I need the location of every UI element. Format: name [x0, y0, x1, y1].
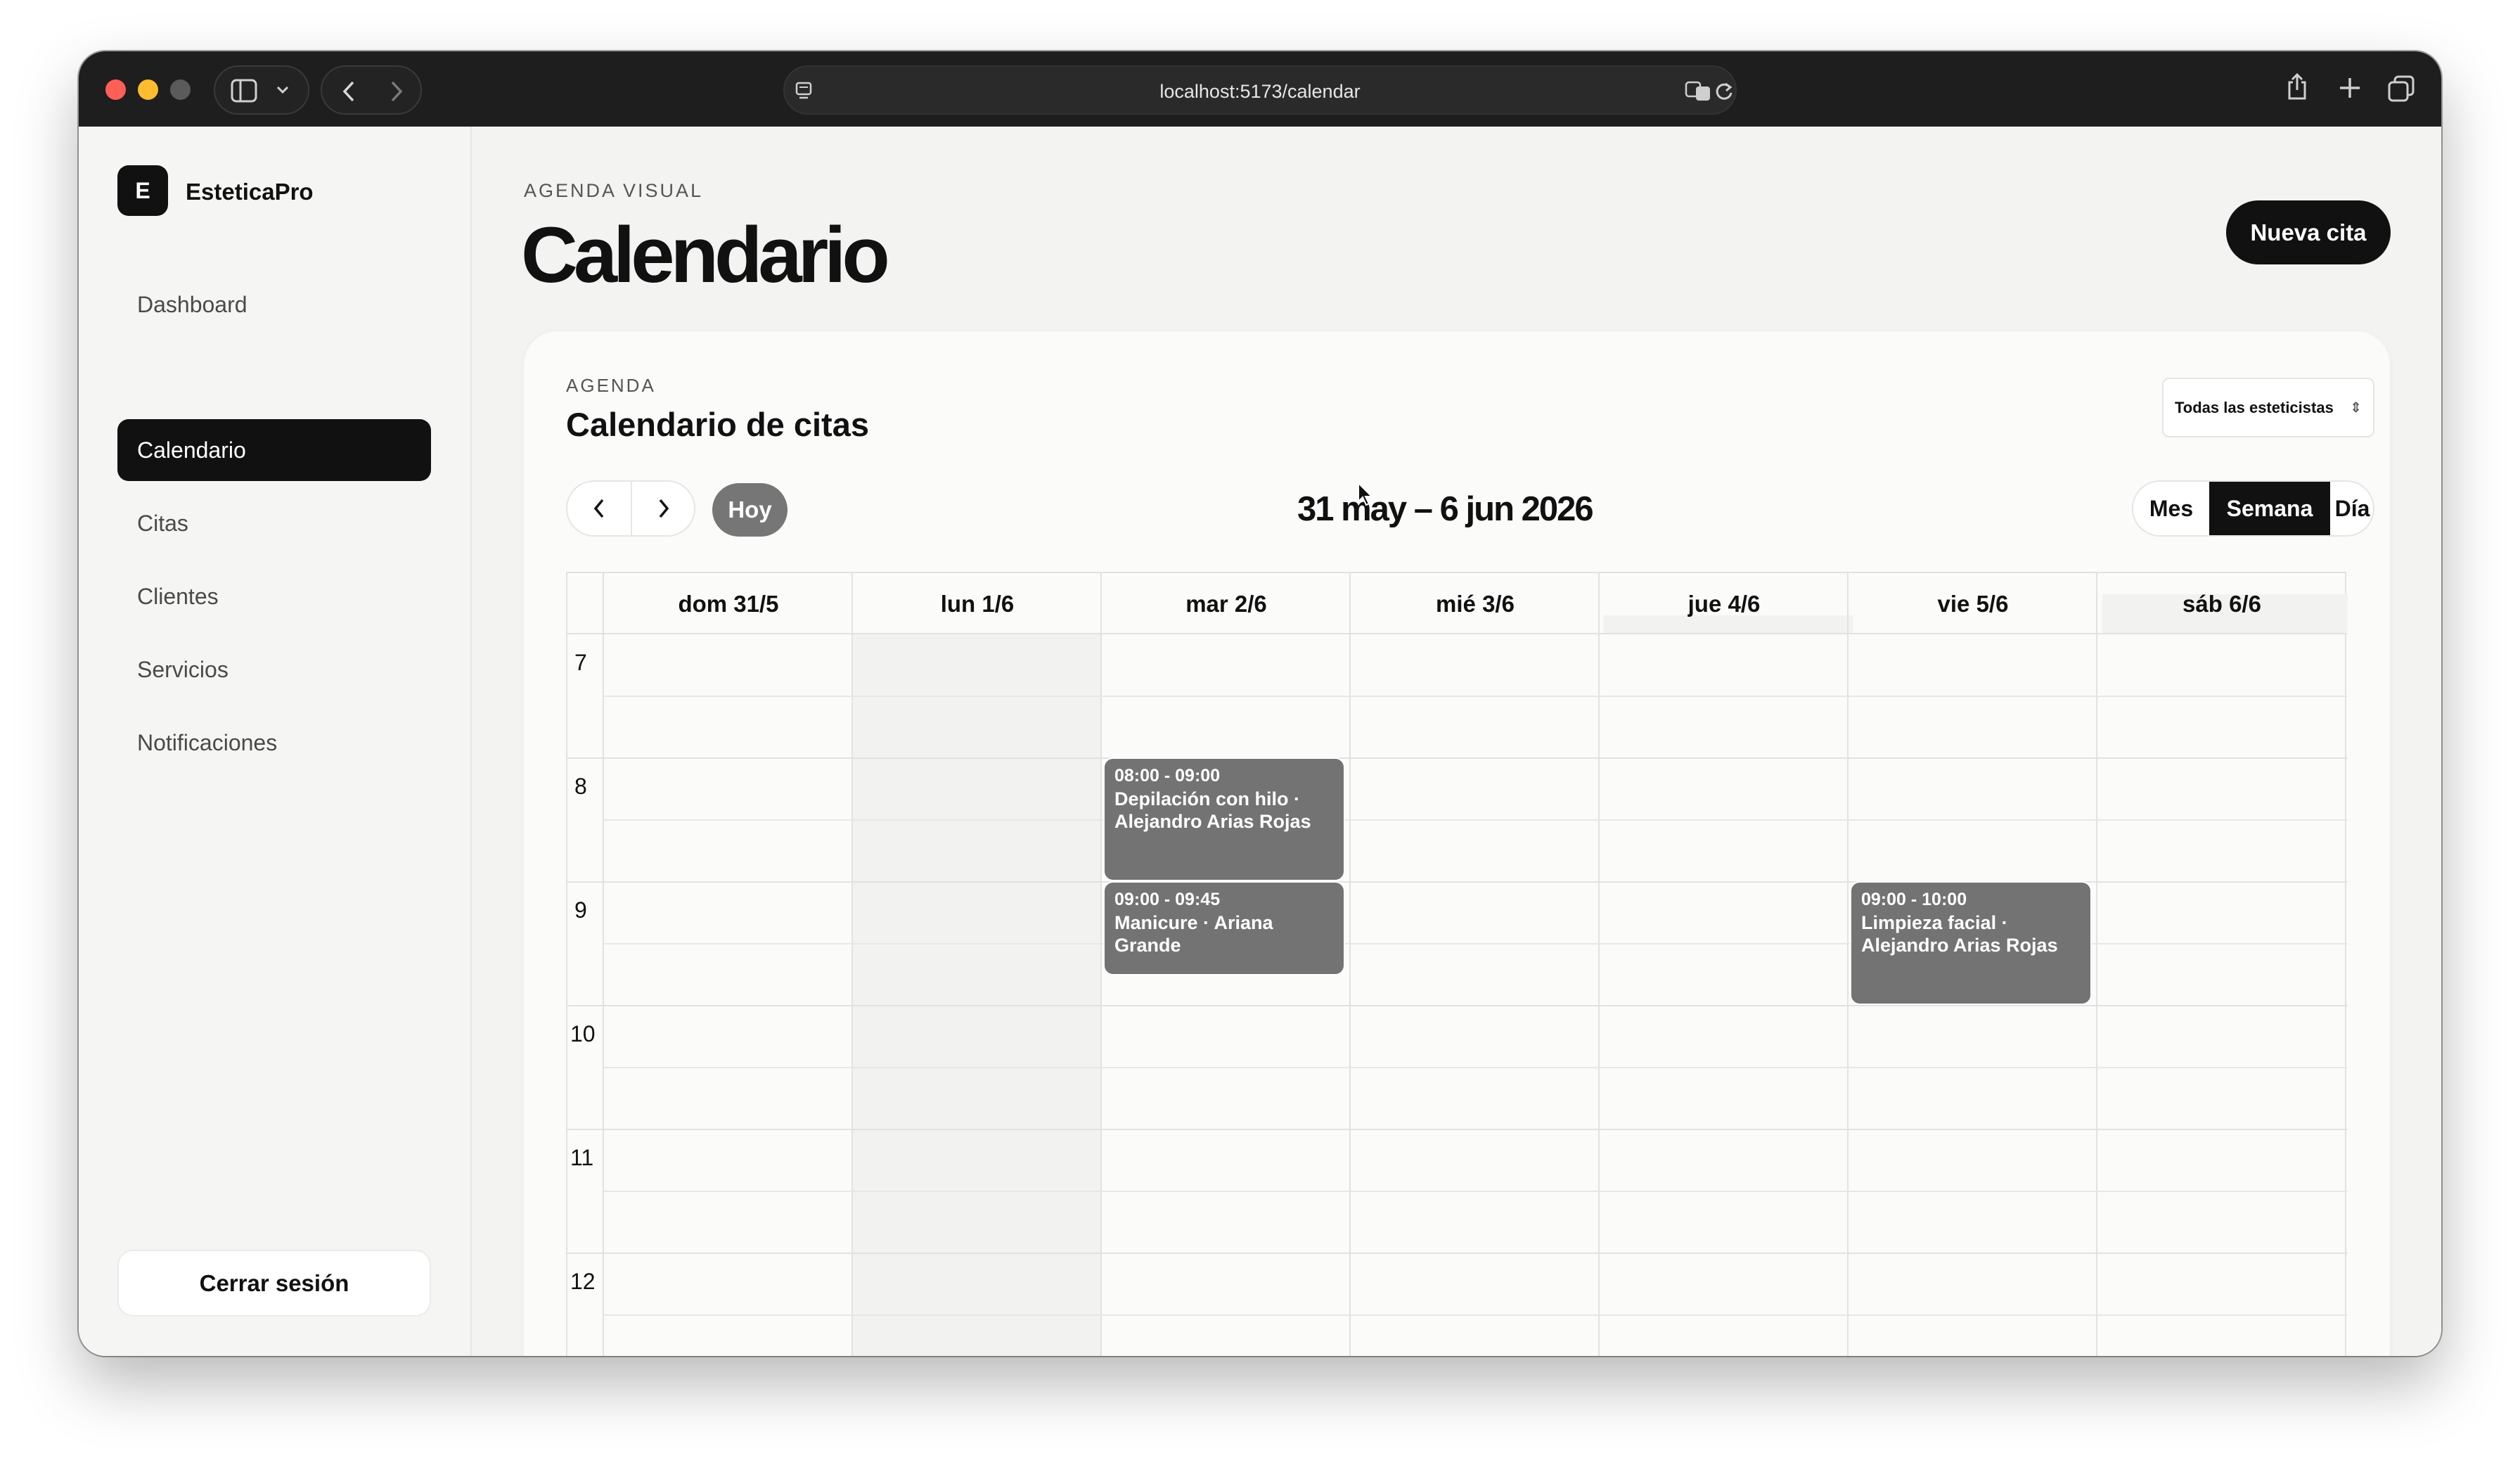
hour-label: 9 — [574, 897, 587, 923]
grid-line — [604, 1191, 2348, 1192]
grid-line — [567, 1253, 2348, 1254]
browser-toolbar: localhost:5173/calendar — [79, 51, 2441, 127]
staff-filter-value: Todas las esteticistas — [2175, 399, 2334, 416]
sidebar-toggle-icon[interactable] — [231, 79, 257, 103]
day-header[interactable]: dom 31/5 — [604, 573, 853, 634]
translate-icon[interactable] — [1685, 81, 1713, 102]
logout-button[interactable]: Cerrar sesión — [117, 1250, 431, 1317]
chevron-left-icon — [593, 499, 604, 518]
chevron-right-icon — [659, 499, 669, 518]
today-column-shade — [851, 634, 1100, 1356]
grid-line — [1100, 573, 1102, 1356]
forward-icon[interactable] — [390, 80, 404, 103]
view-week-button[interactable]: Semana — [2209, 482, 2330, 535]
new-appointment-button[interactable]: Nueva cita — [2226, 200, 2391, 264]
tabs-overview-icon[interactable] — [2388, 75, 2415, 102]
sidebar-item-calendario[interactable]: Calendario — [117, 419, 431, 481]
event-description: Limpieza facial · Alejandro Arias Rojas — [1861, 912, 2058, 956]
grid-line — [567, 757, 2348, 759]
day-header[interactable]: mar 2/6 — [1102, 573, 1351, 634]
day-header[interactable]: jue 4/6 — [1600, 573, 1849, 634]
prev-period-button[interactable] — [567, 482, 631, 535]
grid-line — [567, 1005, 2348, 1006]
sidebar: E EsteticaPro Dashboard Calendario Citas… — [79, 127, 472, 1356]
event-time: 08:00 - 09:00 — [1114, 766, 1221, 786]
next-period-button[interactable] — [632, 482, 695, 535]
view-day-button[interactable]: Día — [2330, 482, 2373, 535]
select-chevron-icon: ⇕ — [2350, 399, 2362, 416]
appointment-event[interactable]: 08:00 - 09:00 Depilación con hilo · Alej… — [1103, 757, 1345, 881]
staff-filter-select[interactable]: Todas las esteticistas ⇕ — [2162, 378, 2374, 437]
event-description: Depilación con hilo · Alejandro Arias Ro… — [1114, 788, 1311, 832]
sidebar-item-citas[interactable]: Citas — [117, 492, 431, 554]
day-header[interactable]: vie 5/6 — [1849, 573, 2097, 634]
close-window-button[interactable] — [105, 79, 126, 100]
sidebar-item-clientes[interactable]: Clientes — [117, 565, 431, 627]
grid-line — [604, 1314, 2348, 1316]
hour-label: 11 — [570, 1145, 594, 1170]
event-time: 09:00 - 10:00 — [1861, 890, 1967, 909]
sidebar-toggle-group[interactable] — [214, 65, 309, 115]
back-icon[interactable] — [342, 80, 356, 103]
day-header[interactable]: mié 3/6 — [1351, 573, 1600, 634]
grid-line — [2096, 573, 2097, 1356]
chevron-down-icon[interactable] — [276, 85, 290, 95]
sidebar-item-servicios[interactable]: Servicios — [117, 639, 431, 700]
event-description: Manicure · Ariana Grande — [1114, 912, 1273, 956]
address-bar[interactable]: localhost:5173/calendar — [783, 65, 1737, 115]
period-nav — [566, 480, 695, 537]
today-button[interactable]: Hoy — [712, 483, 788, 537]
card-eyebrow: AGENDA — [566, 375, 656, 396]
event-time: 09:00 - 09:45 — [1114, 890, 1221, 909]
appointment-event[interactable]: 09:00 - 09:45 Manicure · Ariana Grande — [1103, 881, 1345, 975]
hour-label: 10 — [570, 1021, 596, 1046]
page-title: Calendario — [521, 211, 890, 299]
reload-icon[interactable] — [1714, 81, 1734, 102]
browser-window: localhost:5173/calendar E EsteticaPro Da… — [79, 51, 2441, 1356]
grid-line — [604, 696, 2348, 697]
new-tab-icon[interactable] — [2339, 77, 2361, 99]
date-range-label: 31 may – 6 jun 2026 — [1297, 490, 1594, 528]
brand-name: EsteticaPro — [186, 179, 314, 205]
view-month-button[interactable]: Mes — [2133, 482, 2209, 535]
week-grid: dom 31/5 lun 1/6 mar 2/6 mié 3/6 jue 4/6… — [566, 572, 2348, 1356]
grid-line — [1847, 573, 1849, 1356]
grid-line — [851, 573, 853, 1356]
hour-label: 12 — [570, 1269, 596, 1294]
sidebar-item-notificaciones[interactable]: Notificaciones — [117, 712, 431, 774]
day-header[interactable]: sáb 6/6 — [2097, 573, 2346, 634]
corner-cell — [567, 573, 604, 634]
minimize-window-button[interactable] — [138, 79, 158, 100]
appointment-event[interactable]: 09:00 - 10:00 Limpieza facial · Alejandr… — [1850, 881, 2092, 1005]
card-title: Calendario de citas — [566, 406, 869, 443]
grid-line — [1598, 573, 1600, 1356]
hour-label: 7 — [574, 650, 587, 675]
history-nav-group — [321, 65, 422, 115]
grid-line — [603, 573, 604, 1356]
sidebar-item-dashboard[interactable]: Dashboard — [117, 274, 431, 335]
brand-logo: E — [117, 165, 168, 216]
day-header[interactable]: lun 1/6 — [853, 573, 1102, 634]
grid-line — [604, 1067, 2348, 1068]
grid-line — [1349, 573, 1351, 1356]
share-icon[interactable] — [2287, 72, 2308, 101]
zoom-window-button[interactable] — [170, 79, 191, 100]
hour-label: 8 — [574, 774, 587, 799]
view-switcher: Mes Semana Día — [2132, 480, 2374, 537]
page-eyebrow: AGENDA VISUAL — [524, 180, 704, 201]
calendar-card: AGENDA Calendario de citas Todas las est… — [524, 331, 2390, 1356]
grid-line — [604, 819, 2348, 821]
url-text: localhost:5173/calendar — [1159, 81, 1361, 102]
mouse-pointer-icon — [1358, 482, 1374, 506]
grid-line — [567, 1129, 2348, 1130]
main-content: AGENDA VISUAL Calendario Nueva cita AGEN… — [472, 127, 2441, 1356]
